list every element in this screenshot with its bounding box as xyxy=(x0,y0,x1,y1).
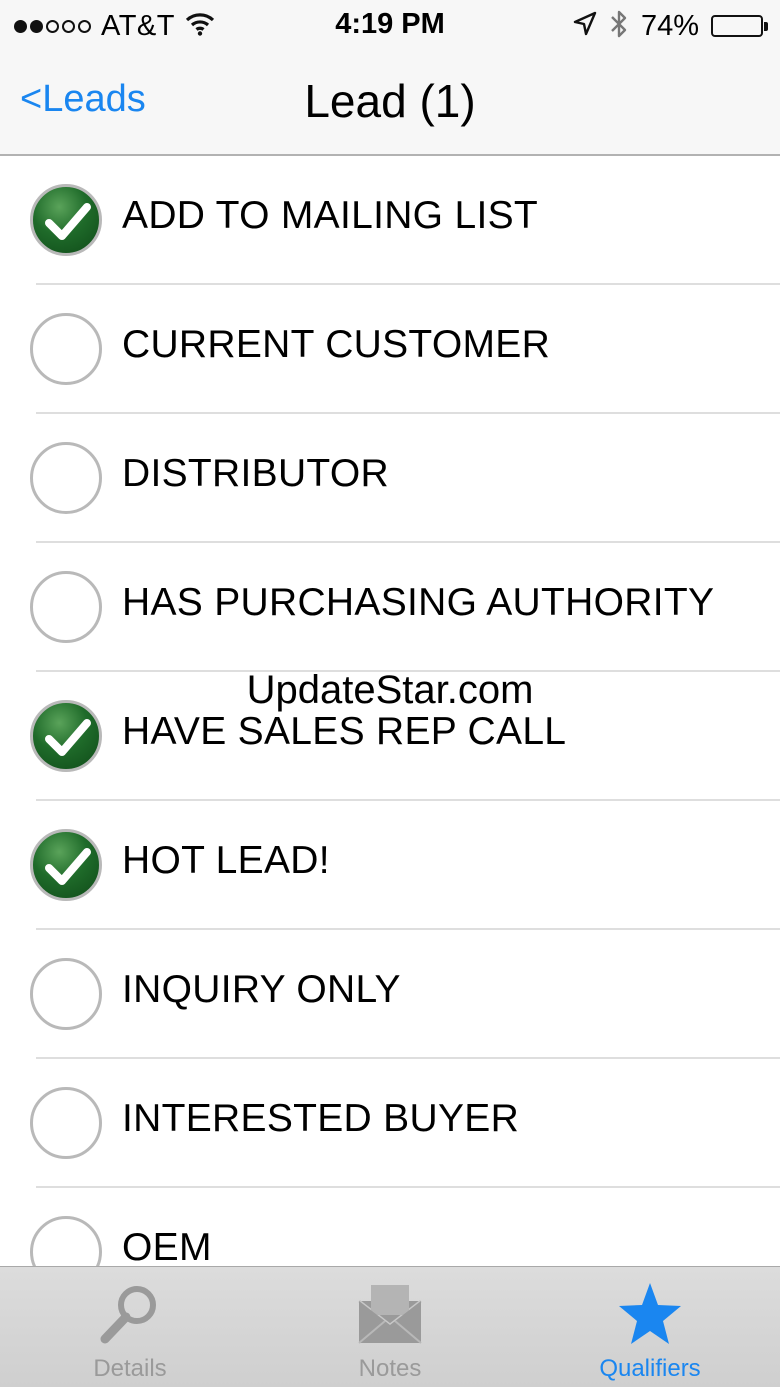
list-item-label: CURRENT CUSTOMER xyxy=(122,323,551,366)
navigation-bar: <Leads Lead (1) xyxy=(0,52,780,156)
list-item-label: HAVE SALES REP CALL xyxy=(122,710,567,753)
checkmark-checked-icon[interactable] xyxy=(30,829,102,901)
checkbox-unchecked-icon[interactable] xyxy=(30,958,102,1030)
tab-qualifiers[interactable]: Qualifiers xyxy=(520,1267,780,1388)
battery-percentage: 74% xyxy=(640,9,699,42)
list-item-label: DISTRIBUTOR xyxy=(122,452,389,495)
watermark: UpdateStar.com xyxy=(246,668,534,712)
checkbox-unchecked-icon[interactable] xyxy=(30,571,102,643)
tab-label: Details xyxy=(93,1355,167,1382)
list-item[interactable]: DISTRIBUTOR xyxy=(0,414,780,543)
list-item[interactable]: OEM xyxy=(0,1188,780,1266)
checkbox-unchecked-icon[interactable] xyxy=(30,1216,102,1266)
checkbox-unchecked-icon[interactable] xyxy=(30,1087,102,1159)
list-item-label: HOT LEAD! xyxy=(122,839,330,882)
list-item-label: HAS PURCHASING AUTHORITY xyxy=(122,581,715,624)
checkbox-unchecked-icon[interactable] xyxy=(30,313,102,385)
checkbox-unchecked-icon[interactable] xyxy=(30,442,102,514)
location-arrow-icon xyxy=(573,11,597,42)
magnifier-icon xyxy=(0,1281,260,1347)
tab-label: Qualifiers xyxy=(599,1355,701,1382)
list-item[interactable]: INTERESTED BUYER xyxy=(0,1059,780,1188)
tab-details[interactable]: Details xyxy=(0,1267,260,1388)
list-item-label: INTERESTED BUYER xyxy=(122,1097,520,1140)
star-icon xyxy=(520,1281,780,1347)
list-item-label: OEM xyxy=(122,1226,212,1266)
tab-notes[interactable]: Notes xyxy=(260,1267,520,1388)
checkmark-checked-icon[interactable] xyxy=(30,184,102,256)
status-bar: AT&T 4:19 PM 74% xyxy=(0,0,780,52)
list-item[interactable]: CURRENT CUSTOMER xyxy=(0,285,780,414)
list-item[interactable]: ADD TO MAILING LIST xyxy=(0,156,780,285)
tab-bar: Details Notes Qualifiers xyxy=(0,1266,780,1387)
list-item-label: INQUIRY ONLY xyxy=(122,968,401,1011)
battery-icon xyxy=(711,15,768,37)
list-item[interactable]: HAS PURCHASING AUTHORITY xyxy=(0,543,780,672)
list-item[interactable]: HOT LEAD! xyxy=(0,801,780,930)
status-right: 74% xyxy=(573,8,768,44)
envelope-icon xyxy=(260,1281,520,1347)
page-title: Lead (1) xyxy=(304,75,476,127)
list-item[interactable]: INQUIRY ONLY xyxy=(0,930,780,1059)
list-item-label: ADD TO MAILING LIST xyxy=(122,194,539,237)
tab-label: Notes xyxy=(358,1355,422,1382)
bluetooth-icon xyxy=(609,8,629,45)
